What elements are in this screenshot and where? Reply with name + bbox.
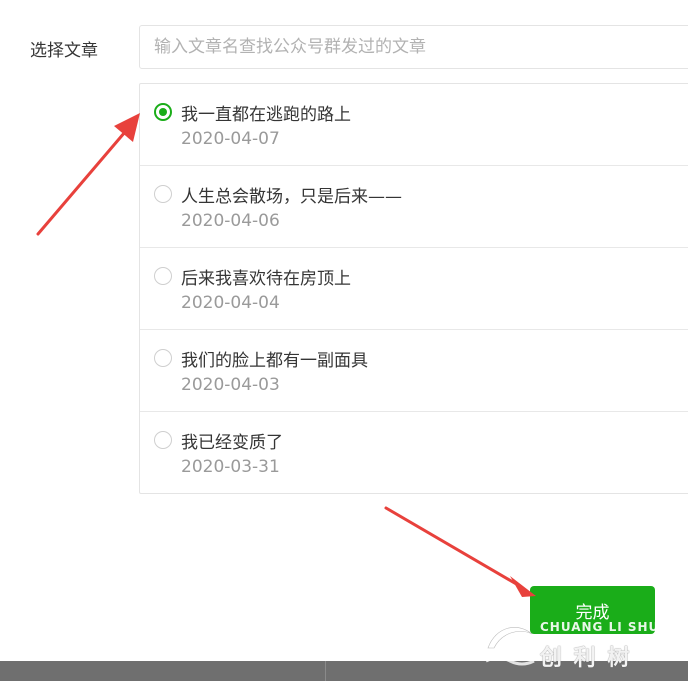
radio-unselected-icon[interactable]	[154, 267, 172, 285]
article-title: 我一直都在逃跑的路上	[181, 105, 351, 125]
page: 选择文章 我一直都在逃跑的路上 2020-04-07 人生总会散场，只是后来——…	[0, 0, 688, 681]
article-date: 2020-04-03	[181, 375, 280, 395]
radio-unselected-icon[interactable]	[154, 349, 172, 367]
radio-unselected-icon[interactable]	[154, 431, 172, 449]
article-date: 2020-03-31	[181, 457, 280, 477]
article-date: 2020-04-04	[181, 293, 280, 313]
article-search-input[interactable]	[139, 25, 688, 69]
article-date: 2020-04-07	[181, 129, 280, 149]
article-item[interactable]: 后来我喜欢待在房顶上 2020-04-04	[140, 248, 688, 330]
arrow-to-done-button-icon	[384, 506, 536, 597]
radio-selected-icon[interactable]	[154, 103, 172, 121]
select-article-label: 选择文章	[30, 41, 98, 61]
article-date: 2020-04-06	[181, 211, 280, 231]
article-item[interactable]: 我们的脸上都有一副面具 2020-04-03	[140, 330, 688, 412]
article-title: 我已经变质了	[181, 433, 283, 453]
article-title: 人生总会散场，只是后来——	[181, 187, 402, 207]
article-title: 后来我喜欢待在房顶上	[181, 269, 351, 289]
arrow-to-first-item-icon	[36, 113, 140, 236]
article-title: 我们的脸上都有一副面具	[181, 351, 368, 371]
article-item[interactable]: 我已经变质了 2020-03-31	[140, 412, 688, 493]
article-item[interactable]: 人生总会散场，只是后来—— 2020-04-06	[140, 166, 688, 248]
article-item[interactable]: 我一直都在逃跑的路上 2020-04-07	[140, 84, 688, 166]
radio-unselected-icon[interactable]	[154, 185, 172, 203]
bottom-bar	[0, 661, 688, 681]
bottom-bar-divider	[325, 661, 326, 681]
article-list: 我一直都在逃跑的路上 2020-04-07 人生总会散场，只是后来—— 2020…	[139, 83, 688, 494]
done-button[interactable]: 完成	[530, 586, 655, 634]
